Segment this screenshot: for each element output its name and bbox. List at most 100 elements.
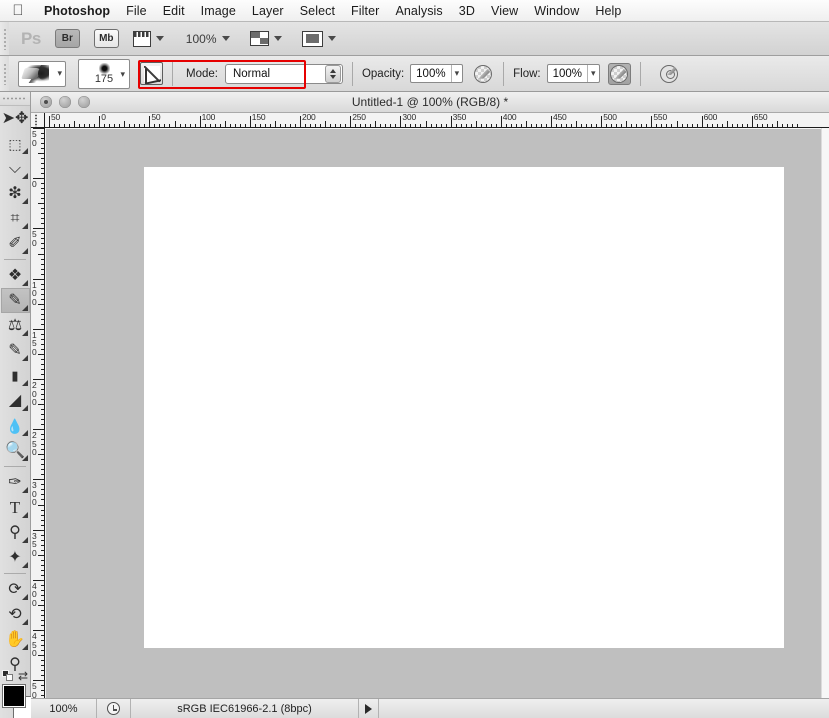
sidebar-item-lasso-tool[interactable]: ⌵ — [1, 156, 30, 181]
menu-item-edit[interactable]: Edit — [155, 3, 193, 19]
ruler-tick — [370, 124, 372, 127]
ruler-tick — [94, 124, 96, 127]
blend-mode-select[interactable]: Normal — [224, 63, 343, 84]
menu-item-3d[interactable]: 3D — [451, 3, 483, 19]
menu-item-view[interactable]: View — [483, 3, 526, 19]
screen-mode-menu[interactable] — [301, 30, 336, 47]
ruler-tick — [279, 124, 281, 127]
swap-colors-icon[interactable]: ⇄ — [18, 669, 28, 683]
document-title-bar[interactable]: Untitled-1 @ 100% (RGB/8) * — [31, 92, 829, 113]
sidebar-item-spot-healing-brush-tool[interactable]: ❖ — [1, 263, 30, 288]
tablet-pressure-size-icon[interactable] — [140, 62, 163, 85]
menu-item-layer[interactable]: Layer — [244, 3, 292, 19]
ruler-tick — [244, 124, 246, 127]
flow-field[interactable]: 100% ▾ — [546, 64, 600, 83]
options-divider — [503, 61, 505, 86]
ruler-tick — [601, 116, 603, 127]
menu-item-file[interactable]: File — [118, 3, 155, 19]
tools-panel-grip[interactable] — [0, 92, 30, 106]
tablet-flow-pressure-icon — [610, 64, 629, 83]
sidebar-item-clone-stamp-tool[interactable]: ⚖ — [1, 313, 30, 338]
menu-item-filter[interactable]: Filter — [343, 3, 387, 19]
application-bar-grip[interactable] — [0, 22, 9, 55]
ruler-tick — [41, 469, 44, 471]
chevron-down-icon[interactable]: ▾ — [450, 65, 463, 82]
canvas-viewport[interactable] — [46, 129, 821, 698]
ruler-tick — [38, 253, 44, 255]
sidebar-item-hand-tool[interactable]: ✋ — [1, 627, 30, 652]
ruler-tick — [390, 124, 392, 127]
ruler-origin-box[interactable] — [31, 113, 45, 128]
launch-mini-bridge-button[interactable]: Mb — [93, 29, 119, 48]
menu-item-select[interactable]: Select — [292, 3, 343, 19]
status-menu-button[interactable] — [359, 699, 379, 718]
brush-size-picker[interactable]: 175 ▾ — [78, 58, 130, 89]
apple-logo-icon[interactable]:  — [10, 2, 26, 19]
sidebar-item-crop-tool[interactable]: ⌗ — [1, 206, 30, 231]
options-bar-grip[interactable] — [0, 56, 9, 91]
sidebar-item-eyedropper-tool[interactable]: ✐ — [1, 231, 30, 256]
menu-item-window[interactable]: Window — [526, 3, 587, 19]
status-color-profile[interactable]: sRGB IEC61966-2.1 (8bpc) — [131, 699, 359, 718]
ruler-tick — [41, 138, 44, 140]
ruler-tick — [41, 650, 44, 652]
ruler-tick — [726, 121, 728, 127]
ruler-tick — [79, 124, 81, 127]
sidebar-item-dodge-tool[interactable]: 🔍 — [1, 438, 30, 463]
sidebar-item-blur-tool[interactable]: 💧 — [1, 413, 30, 438]
image-canvas[interactable] — [144, 167, 784, 648]
ruler-tick — [49, 116, 50, 127]
ruler-tick — [540, 124, 542, 127]
ruler-label: 600 — [703, 113, 718, 122]
status-timing-button[interactable] — [97, 699, 131, 718]
status-zoom-field[interactable]: 100% — [31, 699, 97, 718]
sidebar-item-brush-tool[interactable]: ✎ — [0, 288, 30, 313]
blend-mode-stepper-icon[interactable] — [324, 64, 341, 83]
ruler-label: 350 — [452, 113, 467, 122]
sidebar-item-move-tool[interactable]: ➤✥ — [1, 106, 30, 131]
sidebar-item-3d-camera-rotate-tool[interactable]: ⟲ — [1, 602, 30, 627]
opacity-pressure-toggle[interactable] — [471, 63, 494, 85]
ruler-tick — [38, 604, 44, 606]
sidebar-item-3d-object-rotate-tool[interactable]: ⟳ — [1, 577, 30, 602]
sidebar-item-eraser-tool[interactable]: ▮ — [1, 363, 30, 388]
brush-tool-icon: ✎ — [8, 291, 22, 309]
ruler-tick — [340, 124, 342, 127]
ruler-tick — [581, 124, 583, 127]
ruler-tick — [566, 124, 568, 127]
sidebar-item-history-brush-tool[interactable]: ✎ — [1, 338, 30, 363]
ruler-tick — [736, 124, 738, 127]
launch-bridge-button[interactable]: Br — [54, 29, 80, 48]
zoom-level-menu[interactable]: 100% — [178, 32, 230, 46]
brush-preset-picker[interactable]: ▾ — [18, 60, 66, 87]
sidebar-item-quick-selection-tool[interactable]: ❇ — [1, 181, 30, 206]
flow-pressure-toggle[interactable] — [607, 62, 631, 85]
ruler-tick — [164, 124, 166, 127]
horizontal-ruler[interactable]: 50 0 50 100 150 200 250 300 350 400 450 500 550 600 65… — [45, 113, 829, 128]
view-extras-menu[interactable] — [132, 30, 164, 47]
default-colors-icon[interactable] — [2, 670, 13, 681]
menu-item-image[interactable]: Image — [193, 3, 244, 19]
ruler-tick — [450, 116, 452, 127]
arrange-documents-menu[interactable] — [249, 31, 282, 46]
menu-item-photoshop[interactable]: Photoshop — [36, 3, 118, 19]
sidebar-item-paint-bucket-tool[interactable]: ◢ — [1, 388, 30, 413]
chevron-down-icon[interactable]: ▾ — [587, 65, 599, 82]
ruler-tick — [651, 116, 653, 127]
sidebar-item-marquee-tool[interactable]: ⬚ — [1, 131, 30, 156]
vertical-ruler[interactable]: 50050100150200250300350400450500 — [31, 128, 45, 718]
ruler-label: 250 — [32, 430, 37, 458]
ruler-tick — [41, 524, 44, 526]
ruler-tick — [194, 124, 196, 127]
sidebar-item-custom-shape-tool[interactable]: ✦ — [1, 545, 30, 570]
airbrush-toggle[interactable] — [658, 63, 681, 85]
document-right-gutter — [821, 128, 829, 698]
menu-item-help[interactable]: Help — [587, 3, 629, 19]
menu-item-analysis[interactable]: Analysis — [387, 3, 450, 19]
foreground-color-swatch[interactable] — [3, 685, 25, 707]
opacity-field[interactable]: 100% ▾ — [410, 64, 464, 83]
document-timing-icon — [107, 702, 120, 715]
sidebar-item-path-selection-tool[interactable]: ⚲ — [1, 520, 30, 545]
sidebar-item-pen-tool[interactable]: ✑ — [1, 470, 30, 495]
sidebar-item-type-tool[interactable]: T — [1, 495, 30, 520]
